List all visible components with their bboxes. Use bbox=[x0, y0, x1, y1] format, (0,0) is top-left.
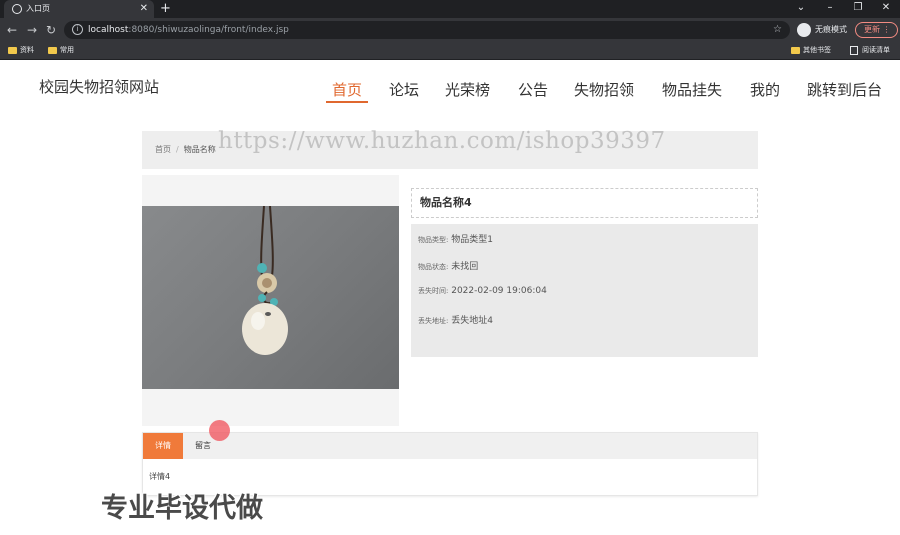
star-icon[interactable]: ☆ bbox=[773, 21, 782, 39]
tabs-header: 详情 留言 bbox=[143, 433, 757, 459]
nav-home[interactable]: 首页 bbox=[326, 79, 369, 103]
field-label: 丢失地址: bbox=[418, 317, 449, 325]
browser-tab[interactable]: 入口页 ✕ bbox=[4, 0, 154, 18]
incognito-label: 无痕模式 bbox=[815, 25, 847, 34]
url-path: :8080/shiwuzaolinga/front/index.jsp bbox=[128, 25, 289, 35]
breadcrumb-separator: / bbox=[176, 145, 179, 154]
bookmark-label: 资料 bbox=[20, 46, 34, 54]
chevron-down-icon[interactable]: ⌄ bbox=[787, 0, 815, 18]
info-icon[interactable]: i bbox=[72, 24, 83, 35]
nav-notice[interactable]: 公告 bbox=[518, 79, 548, 103]
bookmark-label: 常用 bbox=[60, 46, 74, 54]
reading-list[interactable]: 阅读清单 bbox=[850, 42, 890, 59]
field-lost-address: 丢失地址: 丢失地址4 bbox=[418, 313, 493, 326]
field-label: 物品状态: bbox=[418, 263, 449, 271]
close-tab-icon[interactable]: ✕ bbox=[140, 0, 148, 18]
browser-tab-title: 入口页 bbox=[26, 4, 50, 13]
tab-detail[interactable]: 详情 bbox=[143, 433, 183, 459]
other-bookmarks[interactable]: 其他书签 bbox=[791, 42, 831, 59]
back-icon[interactable]: ← bbox=[4, 22, 20, 38]
bookmark-label: 阅读清单 bbox=[862, 46, 890, 54]
reload-icon[interactable]: ↻ bbox=[43, 22, 59, 38]
tab-comment[interactable]: 留言 bbox=[193, 433, 213, 459]
field-value: 未找回 bbox=[451, 262, 479, 272]
field-value: 丢失地址4 bbox=[451, 316, 493, 326]
address-bar-row: ← → ↻ i localhost:8080/shiwuzaolinga/fro… bbox=[0, 18, 900, 42]
restore-icon[interactable]: ❐ bbox=[844, 0, 872, 18]
new-tab-icon[interactable]: + bbox=[160, 0, 171, 17]
close-window-icon[interactable]: ✕ bbox=[872, 0, 900, 18]
pendant-illustration bbox=[242, 206, 288, 355]
field-lost-time: 丢失时间: 2022-02-09 19:06:04 bbox=[418, 286, 547, 296]
field-value: 2022-02-09 19:06:04 bbox=[451, 286, 547, 296]
field-type: 物品类型: 物品类型1 bbox=[418, 232, 493, 245]
folder-icon bbox=[48, 47, 57, 54]
page-content: 校园失物招领网站 首页 论坛 光荣榜 公告 失物招领 物品挂失 我的 跳转到后台… bbox=[0, 61, 900, 535]
field-value: 物品类型1 bbox=[451, 235, 493, 245]
url-input[interactable]: i localhost:8080/shiwuzaolinga/front/ind… bbox=[64, 21, 790, 39]
incognito-icon bbox=[797, 23, 811, 37]
nav-forum[interactable]: 论坛 bbox=[389, 79, 419, 103]
bookmark-folder-2[interactable]: 常用 bbox=[48, 42, 74, 59]
item-info-box: 物品类型: 物品类型1 物品状态: 未找回 丢失时间: 2022-02-09 1… bbox=[411, 224, 758, 357]
watermark-text: https://www.huzhan.com/ishop39397 bbox=[218, 128, 666, 154]
nav-lost-found[interactable]: 失物招领 bbox=[574, 79, 634, 103]
item-photo bbox=[142, 206, 399, 389]
folder-icon bbox=[791, 47, 800, 54]
item-name: 物品名称4 bbox=[411, 188, 758, 218]
field-status: 物品状态: 未找回 bbox=[418, 259, 478, 272]
site-title: 校园失物招领网站 bbox=[39, 78, 160, 96]
bookmark-folder-1[interactable]: 资料 bbox=[8, 42, 34, 59]
reading-list-icon bbox=[850, 46, 858, 55]
breadcrumb-home[interactable]: 首页 bbox=[155, 145, 171, 154]
forward-icon[interactable]: → bbox=[24, 22, 40, 38]
update-button[interactable]: 更新 ⋮ bbox=[855, 22, 898, 38]
browser-tab-bar: 入口页 ✕ + ⌄ – ❐ ✕ bbox=[0, 0, 900, 18]
bookmarks-bar: 资料 常用 其他书签 阅读清单 bbox=[0, 42, 900, 60]
breadcrumb-current: 物品名称 bbox=[183, 145, 216, 154]
field-label: 丢失时间: bbox=[418, 287, 449, 295]
field-label: 物品类型: bbox=[418, 236, 449, 244]
nav-honor[interactable]: 光荣榜 bbox=[445, 79, 490, 103]
item-image-panel bbox=[142, 175, 399, 426]
globe-icon bbox=[12, 4, 22, 14]
update-label: 更新 bbox=[864, 25, 880, 34]
nav-report-loss[interactable]: 物品挂失 bbox=[662, 79, 722, 103]
url-host: localhost bbox=[88, 25, 129, 35]
nav-mine[interactable]: 我的 bbox=[750, 79, 780, 103]
url-text: localhost:8080/shiwuzaolinga/front/index… bbox=[88, 21, 289, 39]
cursor-highlight bbox=[209, 420, 230, 441]
tab-detail-content: 详情4 bbox=[149, 472, 171, 481]
promo-text: 专业毕设代做 bbox=[101, 493, 263, 524]
folder-icon bbox=[8, 47, 17, 54]
bookmark-label: 其他书签 bbox=[803, 46, 831, 54]
minimize-icon[interactable]: – bbox=[816, 0, 844, 18]
nav-admin[interactable]: 跳转到后台 bbox=[807, 79, 882, 103]
incognito-indicator[interactable]: 无痕模式 bbox=[797, 22, 847, 38]
